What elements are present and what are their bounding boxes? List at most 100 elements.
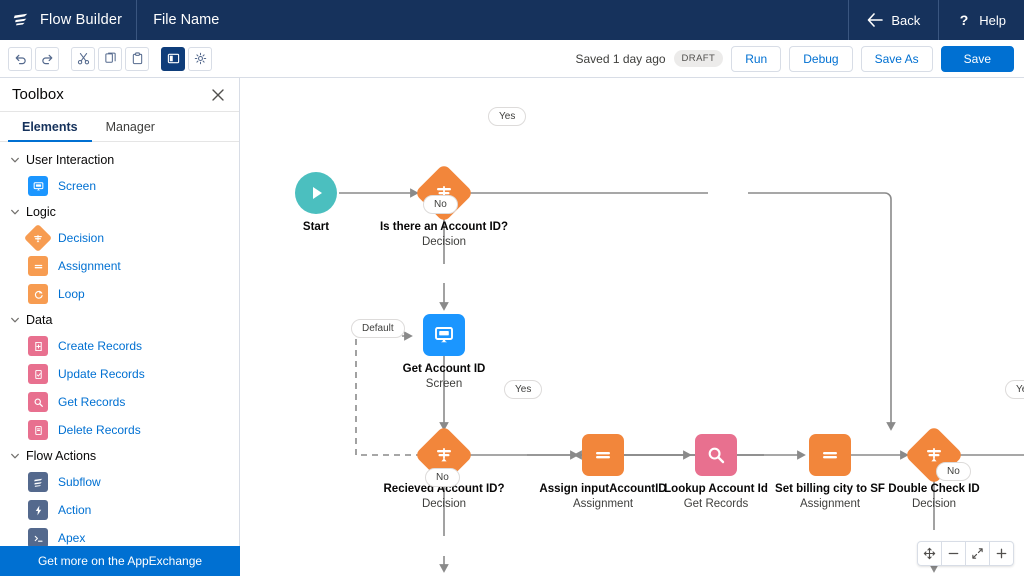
editor-toolbar: Saved 1 day ago DRAFT Run Debug Save As … [0,40,1024,78]
flow-node-label: Set billing city to SF Assignment [775,483,885,510]
toolbox-group-label: User Interaction [26,153,115,167]
cut-button[interactable] [71,46,95,71]
assignment-icon [596,452,610,459]
flow-builder-logo-icon [13,13,28,26]
toolbox-group-data[interactable]: Data [0,308,239,332]
element-item-delete-records[interactable]: Delete Records [0,416,239,444]
connector-label: No [425,468,460,487]
toolbox-group-logic[interactable]: Logic [0,200,239,224]
toolbox-title: Toolbox [12,86,64,103]
element-item-create-records[interactable]: Create Records [0,332,239,360]
brand: Flow Builder [0,0,136,40]
run-button[interactable]: Run [731,45,782,72]
paste-button[interactable] [125,46,149,71]
toolbox-group-label: Flow Actions [26,449,97,463]
flow-node-label: Assign inputAccountID Assignment [539,483,667,510]
element-item-screen[interactable]: Screen [0,172,239,200]
copy-button[interactable] [98,46,122,71]
redo-icon [41,54,52,65]
get-records-icon [34,398,43,407]
toolbox-tabs: Elements Manager [0,112,239,142]
loop-icon [34,289,43,299]
tab-manager[interactable]: Manager [92,112,169,142]
delete-records-icon [28,420,48,440]
back-button[interactable]: Back [849,0,938,40]
flow-node-label: Get Account ID Screen [402,363,486,390]
scissors-icon [77,52,89,65]
connector-label: No [423,195,458,214]
flow-builder-app: Flow Builder File Name Back ? Help Saved… [0,0,1024,576]
app-title: Flow Builder [40,12,123,28]
screen-icon [28,176,48,196]
flow-node-getrec[interactable]: Lookup Account Id Get Records [664,434,768,510]
flow-node-label: Start [302,221,330,233]
apex-terminal-icon [34,535,43,542]
element-item-decision[interactable]: Decision [0,223,239,253]
fit-arrows-icon [972,548,983,559]
chevron-down-icon [11,209,19,215]
element-item-subflow[interactable]: Subflow [0,468,239,496]
element-item-assignment[interactable]: Assignment [0,252,239,280]
decision-icon [23,223,53,253]
save-as-button[interactable]: Save As [860,45,933,72]
connector-label: Yes [1005,380,1024,399]
element-item-label: Assignment [58,259,121,273]
gear-icon [194,52,206,65]
toolbar-actions: Saved 1 day ago DRAFT Run Debug Save As … [575,45,1024,72]
element-tree: User Interaction Screen Logic Decision A… [0,142,239,552]
help-button[interactable]: ? Help [939,0,1024,40]
chevron-down-icon [11,317,19,323]
pan-tool-button[interactable] [917,541,942,566]
screen-icon [423,314,465,356]
toolbox-group-label: Logic [26,205,56,219]
redo-button[interactable] [35,46,59,71]
toolbox-group-user-interaction[interactable]: User Interaction [0,148,239,172]
arrow-left-icon [868,13,884,27]
element-item-label: Apex [58,531,86,545]
clipboard-icon [132,52,142,65]
toolbox-panel: Toolbox Elements Manager User Interactio… [0,78,240,576]
connector-label: Yes [488,107,527,126]
element-item-action[interactable]: Action [0,496,239,524]
toolbox-group-label: Data [26,313,53,327]
decision-icon [437,448,451,462]
debug-button[interactable]: Debug [789,45,853,72]
assignment-icon [28,256,48,276]
get-records-icon [708,447,725,464]
zoom-to-fit-button[interactable] [965,541,990,566]
flow-canvas[interactable]: Start Is there an Account ID? Decision Ge… [240,78,1024,576]
element-item-label: Update Records [58,367,145,381]
flow-node-screen1[interactable]: Get Account ID Screen [403,314,485,390]
flow-node-label: Is there an Account ID? Decision [379,221,509,248]
undo-button[interactable] [8,46,32,71]
flow-node-assign1[interactable]: Assign inputAccountID Assignment [539,434,667,510]
element-item-label: Subflow [58,475,101,489]
toggle-panel-button[interactable] [161,46,185,71]
element-item-label: Create Records [58,339,143,353]
status-badge: DRAFT [673,50,724,67]
zoom-in-button[interactable] [989,541,1014,566]
toolbox-group-flow-actions[interactable]: Flow Actions [0,444,239,468]
play-icon [295,172,337,214]
chevron-down-icon [11,453,19,459]
zoom-out-button[interactable] [941,541,966,566]
save-button[interactable]: Save [940,45,1014,72]
toolbox-header: Toolbox [0,78,239,112]
undo-icon [15,54,26,65]
screen-icon [33,181,43,190]
back-label: Back [891,12,921,28]
delete-records-icon [34,425,42,435]
create-records-icon [34,341,42,351]
element-item-update-records[interactable]: Update Records [0,360,239,388]
element-item-label: Action [58,503,92,517]
element-item-loop[interactable]: Loop [0,280,239,308]
flow-node-assign2[interactable]: Set billing city to SF Assignment [775,434,885,510]
appexchange-link[interactable]: Get more on the AppExchange [0,546,240,576]
settings-button[interactable] [188,46,212,71]
assignment-icon [823,452,837,459]
app-header: Flow Builder File Name Back ? Help [0,0,1024,40]
tab-elements[interactable]: Elements [8,112,92,142]
close-icon[interactable] [211,88,225,102]
element-item-get-records[interactable]: Get Records [0,388,239,416]
flow-node-start[interactable]: Start [295,172,337,233]
